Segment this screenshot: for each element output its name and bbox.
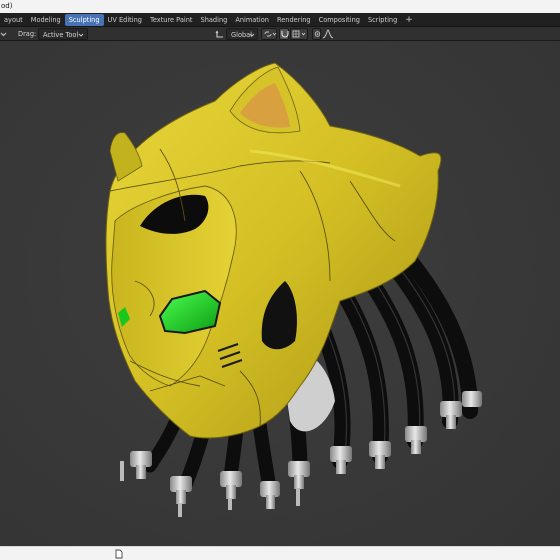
file-icon (115, 549, 123, 560)
pivot-point-button[interactable] (261, 28, 277, 40)
chevron-down-icon (249, 33, 255, 37)
tab-animation[interactable]: Animation (231, 14, 273, 26)
window-title: od) (1, 2, 13, 10)
drag-label: Drag: (18, 30, 37, 38)
tab-texture-paint[interactable]: Texture Paint (146, 14, 197, 26)
window-title-bar: od) (0, 0, 560, 13)
transform-orientation-icon (215, 28, 225, 40)
tab-uv-editing[interactable]: UV Editing (104, 14, 146, 26)
tab-shading[interactable]: Shading (197, 14, 232, 26)
tab-modeling[interactable]: Modeling (27, 14, 65, 26)
magnet-icon (281, 31, 289, 38)
chevron-down-icon (78, 33, 84, 37)
proportional-editing-button[interactable] (312, 28, 321, 40)
link-icon (264, 31, 277, 37)
tab-layout[interactable]: ayout (0, 14, 27, 26)
mode-dropdown-arrow[interactable] (0, 28, 7, 40)
chevron-down-icon (0, 32, 7, 37)
tab-compositing[interactable]: Compositing (315, 14, 364, 26)
3d-viewport[interactable]: ect (0, 41, 560, 546)
viewport-header: Drag: Active Tool Global (0, 27, 560, 41)
transform-orientation-dropdown[interactable]: Global (226, 28, 258, 40)
tab-sculpting[interactable]: Sculpting (64, 13, 104, 26)
status-bar (0, 546, 560, 560)
grid-icon (292, 30, 306, 38)
helmet-model-render (0, 41, 560, 546)
tab-rendering[interactable]: Rendering (273, 14, 315, 26)
snap-target-button[interactable] (290, 28, 308, 40)
tab-scripting[interactable]: Scripting (364, 14, 401, 26)
circle-dot-icon (314, 31, 321, 37)
drag-tool-dropdown[interactable]: Active Tool (38, 28, 88, 40)
snap-toggle-button[interactable] (279, 28, 289, 40)
add-workspace-button[interactable]: + (401, 14, 417, 26)
falloff-curve-icon[interactable] (322, 28, 334, 40)
workspace-tabs: ayout Modeling Sculpting UV Editing Text… (0, 13, 560, 27)
drag-tool-value: Active Tool (43, 31, 79, 39)
